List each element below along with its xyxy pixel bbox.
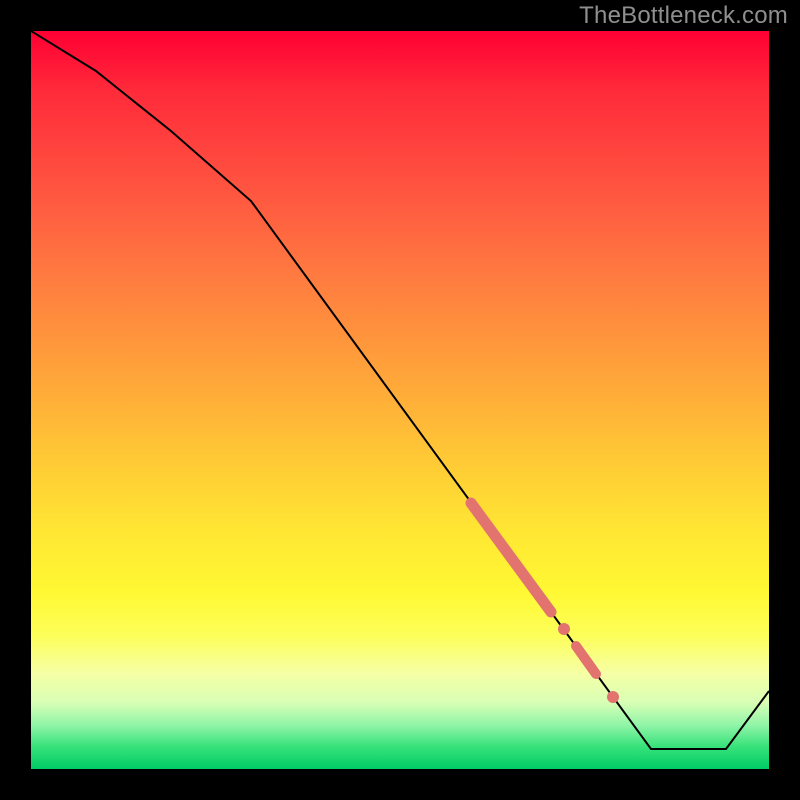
curve-group xyxy=(31,31,769,749)
highlight-mid xyxy=(576,646,596,674)
chart-svg xyxy=(31,31,769,769)
plot-area xyxy=(31,31,769,769)
watermark-text: TheBottleneck.com xyxy=(579,2,788,30)
highlight-group xyxy=(471,503,619,703)
main-curve xyxy=(31,31,769,749)
chart-stage: TheBottleneck.com xyxy=(0,0,800,800)
dot-lower xyxy=(607,691,619,703)
dot-upper xyxy=(558,623,570,635)
highlight-long xyxy=(471,503,551,612)
